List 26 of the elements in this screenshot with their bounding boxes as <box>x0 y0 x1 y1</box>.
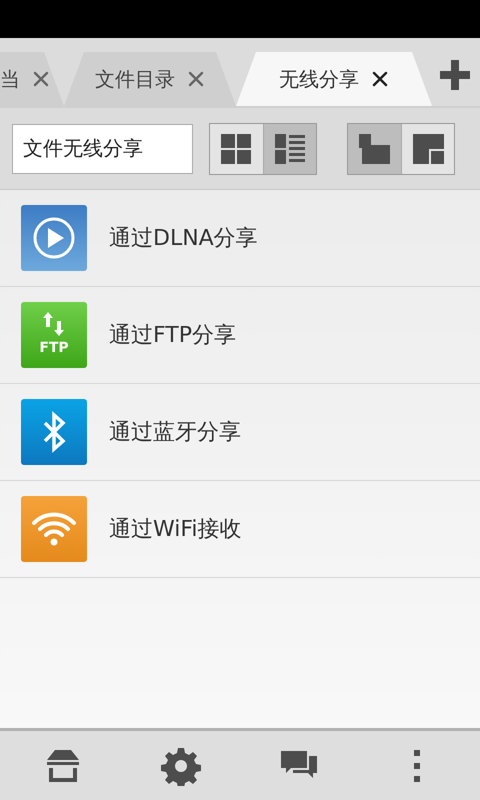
title-field[interactable]: 文件无线分享 <box>12 124 193 174</box>
ftp-app-icon: FTP <box>21 302 87 368</box>
wifi-app-icon <box>21 496 87 562</box>
view-toggle[interactable] <box>263 124 316 174</box>
tab[interactable]: 无线分享 <box>236 52 432 106</box>
share-option[interactable]: 通过WiFi接收 <box>0 481 480 578</box>
corner-icon <box>412 134 444 164</box>
grid-icon <box>221 134 252 164</box>
settings-icon <box>161 746 201 786</box>
tab[interactable]: 文件目录 <box>64 52 236 106</box>
list-icon <box>274 134 306 164</box>
share-option[interactable]: 通过蓝牙分享 <box>0 384 480 481</box>
add-tab-button[interactable] <box>440 60 470 92</box>
view-toggle[interactable] <box>348 124 401 174</box>
close-icon[interactable] <box>371 70 389 88</box>
bluetooth-app-icon <box>21 399 87 465</box>
share-option[interactable]: 通过DLNA分享 <box>0 190 480 287</box>
settings-button[interactable] <box>161 746 201 786</box>
view-toggle[interactable] <box>210 124 263 174</box>
dlna-app-icon <box>21 205 87 271</box>
share-option[interactable]: FTP 通过FTP分享 <box>0 287 480 384</box>
plus-icon <box>440 60 470 90</box>
view-toggle[interactable] <box>401 124 454 174</box>
corner-icon <box>359 134 390 164</box>
tab[interactable]: 当 <box>0 52 64 106</box>
more-icon <box>414 750 420 782</box>
